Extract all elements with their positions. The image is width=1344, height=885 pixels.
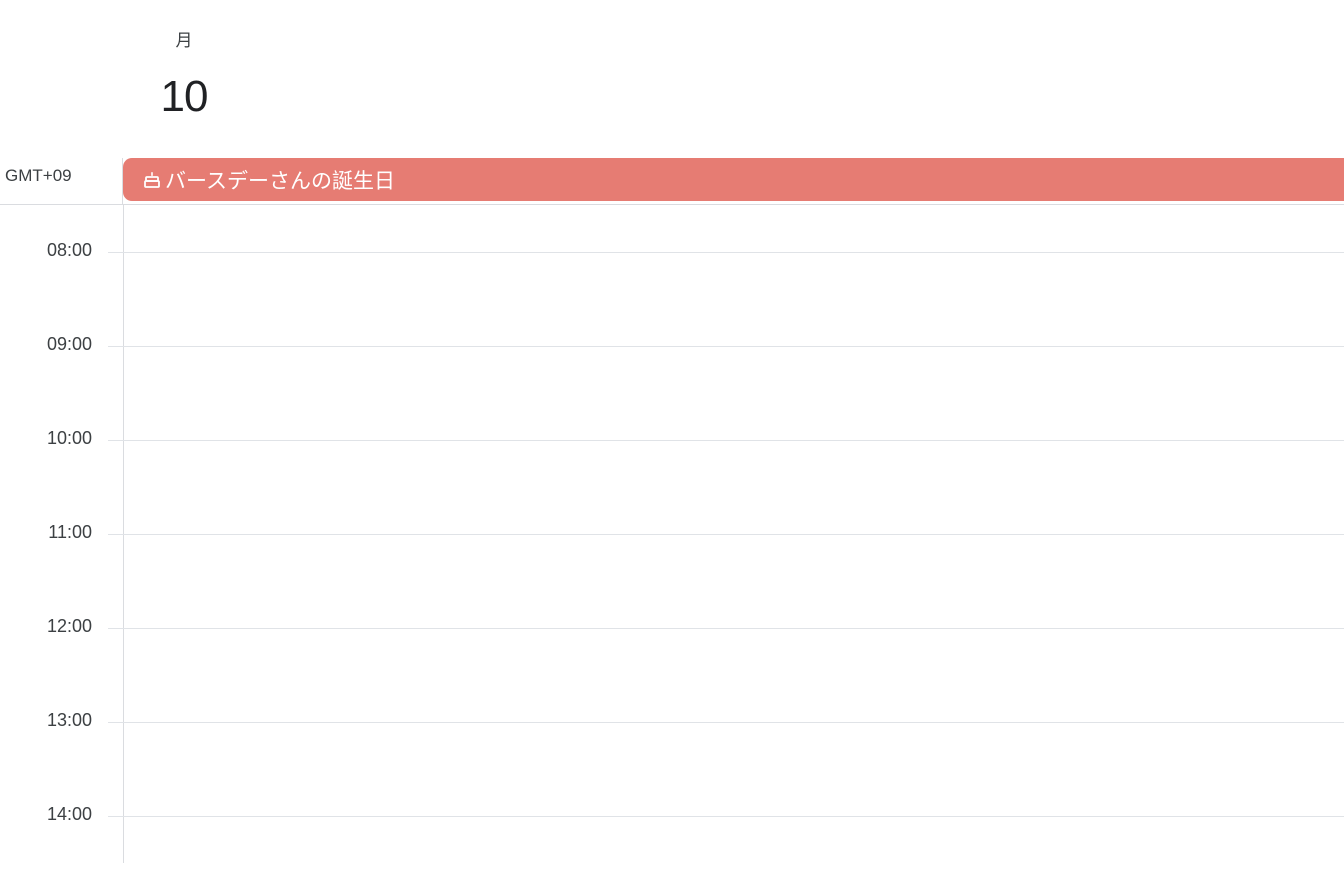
hour-row: 11:00 [0, 522, 1344, 628]
day-header[interactable]: 月 10 [124, 0, 244, 150]
hour-label: 08:00 [46, 240, 92, 260]
hour-row: 10:00 [0, 428, 1344, 534]
time-grid: 08:00 09:00 10:00 11:00 12:00 13:00 14:0… [0, 205, 1344, 865]
time-slot[interactable] [124, 817, 1344, 863]
hour-label: 11:00 [48, 522, 92, 542]
time-slot[interactable] [124, 723, 1344, 816]
cake-icon [144, 171, 160, 188]
hour-label: 14:00 [46, 804, 92, 824]
allday-event-birthday[interactable]: バースデーさんの誕生日 [123, 158, 1344, 201]
time-slot[interactable] [124, 253, 1344, 346]
calendar-day-view: 月 10 GMT+09 バースデーさんの誕生日 08:00 09:00 10:0… [0, 0, 1344, 885]
hour-row: 09:00 [0, 334, 1344, 440]
weekday-label: 月 [175, 31, 193, 51]
timezone-label: GMT+09 [5, 166, 72, 185]
time-slot[interactable] [124, 535, 1344, 628]
hour-label: 13:00 [46, 710, 92, 730]
hour-row: 14:00 [0, 804, 1344, 885]
hour-label: 10:00 [46, 428, 92, 448]
event-title: バースデーさんの誕生日 [165, 168, 395, 193]
hour-row: 12:00 [0, 616, 1344, 722]
hour-label: 09:00 [46, 334, 92, 354]
hour-row: 13:00 [0, 710, 1344, 816]
hour-label: 12:00 [46, 616, 92, 636]
day-number[interactable]: 10 [124, 72, 244, 122]
time-slot[interactable] [124, 629, 1344, 722]
hour-row: 08:00 [0, 240, 1344, 346]
time-slot[interactable] [124, 441, 1344, 534]
time-slot[interactable] [124, 347, 1344, 440]
